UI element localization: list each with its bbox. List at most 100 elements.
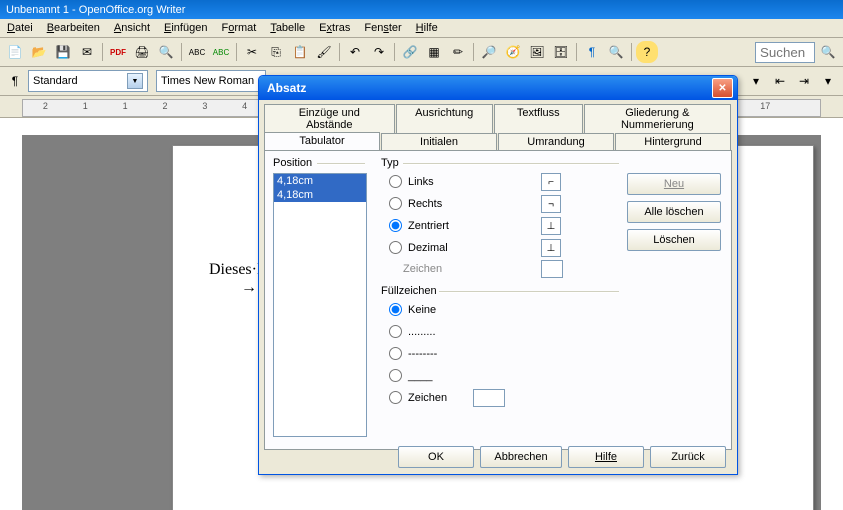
- dialog-titlebar[interactable]: Absatz ✕: [259, 76, 737, 100]
- radio-label: Zeichen: [408, 392, 447, 404]
- overflow-icon[interactable]: ▾: [817, 70, 839, 92]
- brush-icon[interactable]: 🖌: [313, 41, 335, 63]
- open-icon[interactable]: 📂: [28, 41, 50, 63]
- menu-ansicht[interactable]: Ansicht: [107, 20, 157, 36]
- menu-hilfe[interactable]: Hilfe: [409, 20, 445, 36]
- cancel-button[interactable]: Abbrechen: [480, 446, 562, 468]
- menu-tabelle[interactable]: Tabelle: [263, 20, 312, 36]
- radio-label: Links: [408, 176, 434, 188]
- radio-fill-underline[interactable]: ____: [389, 369, 432, 382]
- ok-button[interactable]: OK: [398, 446, 474, 468]
- tab-umrandung[interactable]: Umrandung: [498, 133, 614, 151]
- neu-button[interactable]: Neu: [627, 173, 721, 195]
- tab-initialen[interactable]: Initialen: [381, 133, 497, 151]
- spellcheck-icon[interactable]: ABC: [186, 41, 208, 63]
- paste-icon[interactable]: 📋: [289, 41, 311, 63]
- close-icon[interactable]: ✕: [712, 78, 733, 98]
- radio-fill-dashes[interactable]: --------: [389, 347, 437, 360]
- tab-mark-left: ⌐: [541, 173, 561, 191]
- search-go-icon[interactable]: 🔍: [817, 41, 839, 63]
- radio-fill-zeichen[interactable]: Zeichen: [389, 391, 447, 404]
- separator: [473, 43, 474, 61]
- menu-einfuegen[interactable]: Einfügen: [157, 20, 214, 36]
- position-item-edit[interactable]: 4,18cm: [274, 174, 366, 188]
- zeichen-input[interactable]: [541, 260, 563, 278]
- menu-fenster[interactable]: Fenster: [357, 20, 408, 36]
- separator: [181, 43, 182, 61]
- menu-format[interactable]: Format: [214, 20, 263, 36]
- navigator-icon[interactable]: 🧭: [502, 41, 524, 63]
- position-item[interactable]: 4,18cm: [274, 188, 366, 202]
- menubar: Datei Bearbeiten Ansicht Einfügen Format…: [0, 19, 843, 38]
- tab-mark-decimal: ⊥: [541, 239, 561, 257]
- help-button[interactable]: Hilfe: [568, 446, 644, 468]
- copy-icon[interactable]: ⎘: [265, 41, 287, 63]
- radio-zentriert[interactable]: Zentriert: [389, 219, 449, 232]
- dialog-buttons: OK Abbrechen Hilfe Zurück: [398, 446, 726, 468]
- radio-label: --------: [408, 348, 437, 360]
- tab-mark-right: ¬: [541, 195, 561, 213]
- autocheck-icon[interactable]: ABC: [210, 41, 232, 63]
- back-button[interactable]: Zurück: [650, 446, 726, 468]
- new-icon[interactable]: 📄: [4, 41, 26, 63]
- paragraph-dialog: Absatz ✕ Einzüge und Abstände Ausrichtun…: [258, 75, 738, 475]
- hyperlink-icon[interactable]: 🔗: [399, 41, 421, 63]
- pdf-icon[interactable]: PDF: [107, 41, 129, 63]
- table-icon[interactable]: ▦: [423, 41, 445, 63]
- separator: [631, 43, 632, 61]
- cut-icon[interactable]: ✂: [241, 41, 263, 63]
- redo-icon[interactable]: ↷: [368, 41, 390, 63]
- font-combo[interactable]: Times New Roman: [156, 70, 266, 92]
- tab-panel-tabulator: Position 4,18cm 4,18cm Typ Links ⌐ Recht…: [264, 150, 732, 450]
- label-zeichen: Zeichen: [403, 263, 442, 275]
- find-icon[interactable]: 🔎: [478, 41, 500, 63]
- radio-rechts[interactable]: Rechts: [389, 197, 442, 210]
- chevron-down-icon: ▼: [127, 73, 143, 89]
- tab-strip: Einzüge und Abstände Ausrichtung Textflu…: [260, 101, 736, 150]
- tab-einzuege[interactable]: Einzüge und Abstände: [264, 104, 395, 133]
- datasource-icon[interactable]: 🗄: [550, 41, 572, 63]
- fill-zeichen-input[interactable]: [473, 389, 505, 407]
- label-fuellzeichen: Füllzeichen: [381, 285, 437, 297]
- drawing-icon[interactable]: ✏: [447, 41, 469, 63]
- tool-icon[interactable]: ▾: [745, 70, 767, 92]
- email-icon[interactable]: ✉: [76, 41, 98, 63]
- separator: [576, 43, 577, 61]
- zoom-icon[interactable]: 🔍: [605, 41, 627, 63]
- print-icon[interactable]: 🖨: [131, 41, 153, 63]
- ruler-number: 4: [242, 101, 247, 111]
- indent-left-icon[interactable]: ⇤: [769, 70, 791, 92]
- save-icon[interactable]: 💾: [52, 41, 74, 63]
- separator: [339, 43, 340, 61]
- undo-icon[interactable]: ↶: [344, 41, 366, 63]
- radio-fill-keine[interactable]: Keine: [389, 303, 436, 316]
- menu-datei[interactable]: Datei: [0, 20, 40, 36]
- gallery-icon[interactable]: 🖼: [526, 41, 548, 63]
- style-combo[interactable]: Standard ▼: [28, 70, 148, 92]
- help-icon[interactable]: ?: [636, 41, 658, 63]
- loeschen-button[interactable]: Löschen: [627, 229, 721, 251]
- menu-extras[interactable]: Extras: [312, 20, 357, 36]
- indent-right-icon[interactable]: ⇥: [793, 70, 815, 92]
- tab-textfluss[interactable]: Textfluss: [494, 104, 583, 133]
- styles-icon[interactable]: ¶: [4, 70, 26, 92]
- tab-gliederung[interactable]: Gliederung & Nummerierung: [584, 104, 731, 133]
- radio-fill-dots[interactable]: .........: [389, 325, 436, 338]
- radio-links[interactable]: Links: [389, 175, 434, 188]
- tab-mark-center: ⊥: [541, 217, 561, 235]
- tab-hintergrund[interactable]: Hintergrund: [615, 133, 731, 151]
- position-listbox[interactable]: 4,18cm 4,18cm: [273, 173, 367, 437]
- nonprint-icon[interactable]: ¶: [581, 41, 603, 63]
- preview-icon[interactable]: 🔍: [155, 41, 177, 63]
- btn-label: Abbrechen: [494, 451, 547, 463]
- radio-label: Dezimal: [408, 242, 448, 254]
- menu-bearbeiten[interactable]: Bearbeiten: [40, 20, 107, 36]
- tab-tabulator[interactable]: Tabulator: [264, 132, 380, 150]
- search-input[interactable]: [755, 42, 815, 63]
- btn-label: Löschen: [653, 234, 695, 246]
- radio-dezimal[interactable]: Dezimal: [389, 241, 448, 254]
- radio-label: Rechts: [408, 198, 442, 210]
- alle-loeschen-button[interactable]: Alle löschen: [627, 201, 721, 223]
- style-value: Standard: [33, 75, 78, 87]
- tab-ausrichtung[interactable]: Ausrichtung: [396, 104, 493, 133]
